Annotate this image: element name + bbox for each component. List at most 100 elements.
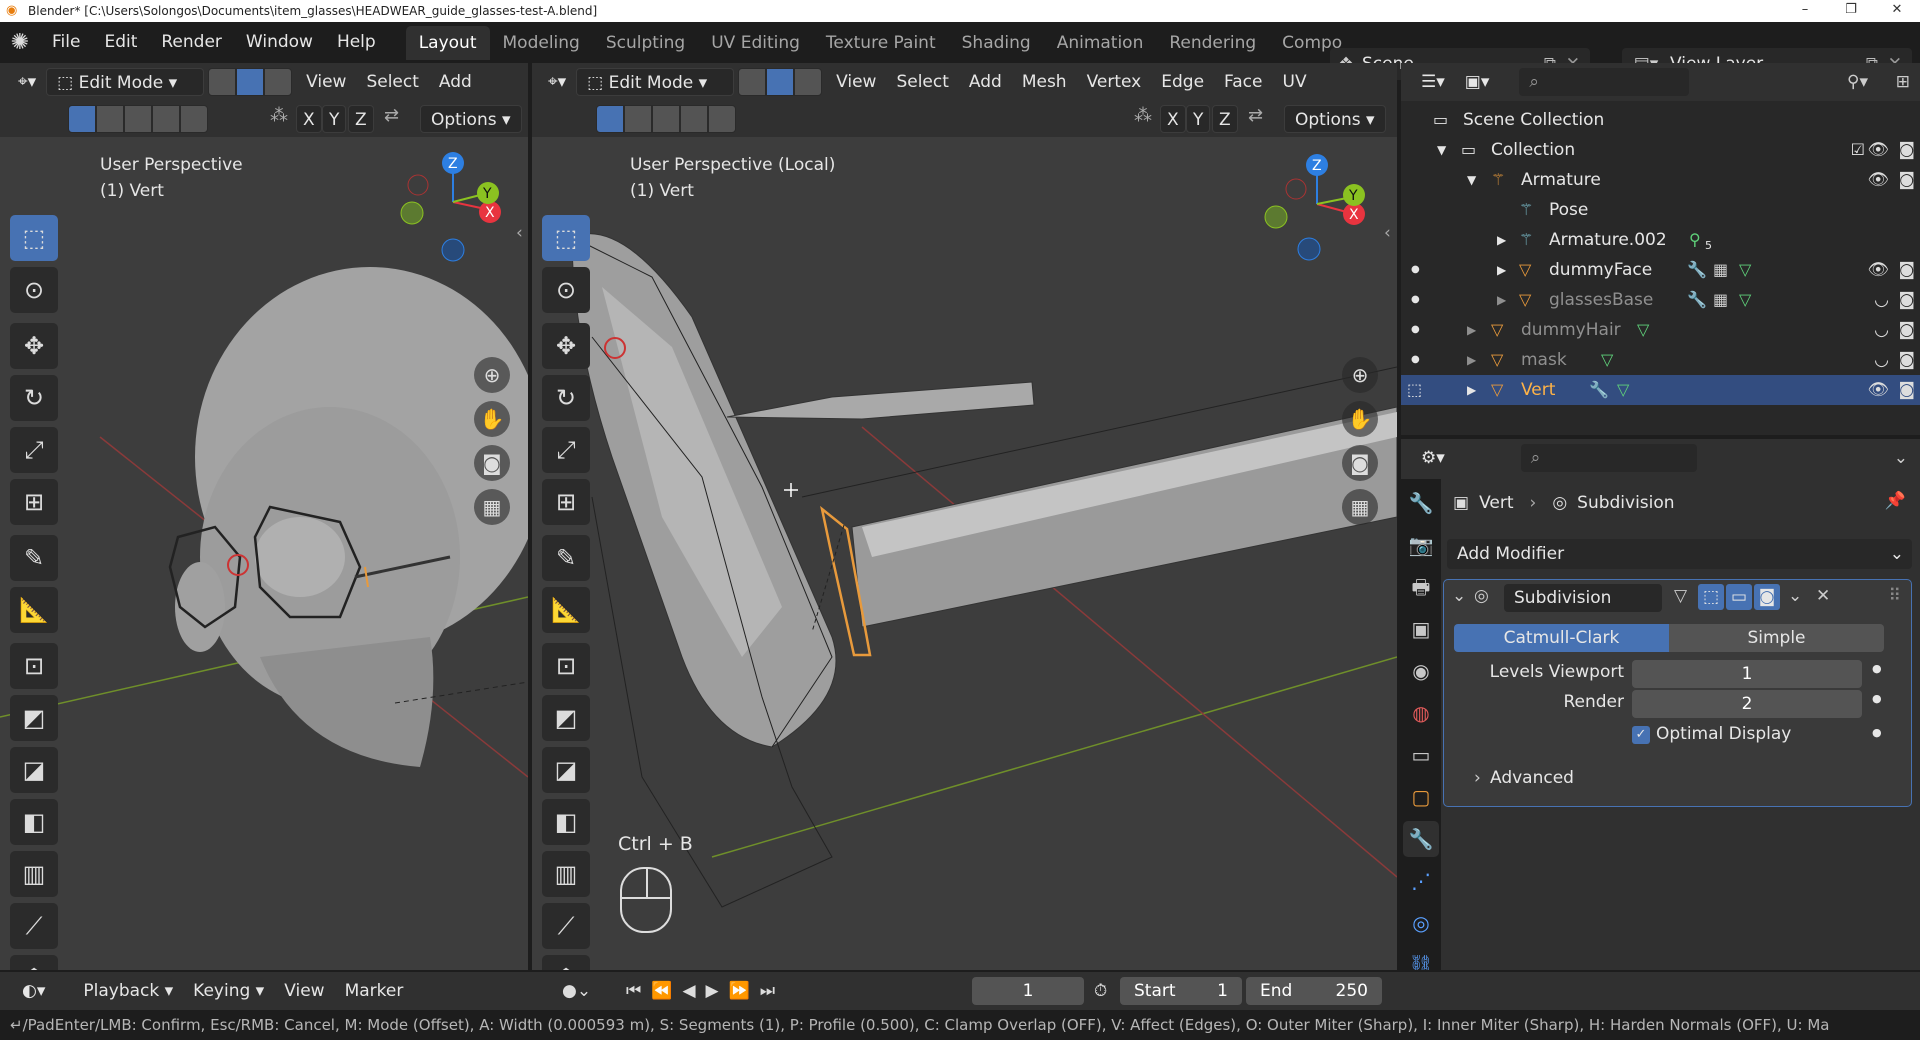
outliner-row-mask[interactable]: ● ▶ ▽ mask ▽ ◡ ◙ xyxy=(1401,345,1920,375)
cursor-tool-icon[interactable]: ⊙ xyxy=(542,267,590,313)
editor-type-icon[interactable]: ⌖▾ xyxy=(8,68,46,96)
mirror-z-toggle[interactable]: Z xyxy=(1212,105,1238,133)
tool-tab-icon[interactable]: 🔧 xyxy=(1403,485,1439,521)
expand-arrow-icon[interactable]: ▼ xyxy=(1437,135,1446,165)
select-extend-icon[interactable] xyxy=(624,105,652,133)
advanced-subpanel-label[interactable]: Advanced xyxy=(1490,768,1574,788)
outliner-row-dummyhair[interactable]: ● ▶ ▽ dummyHair ▽ ◡ ◙ xyxy=(1401,315,1920,345)
cursor-tool-icon[interactable]: ⊙ xyxy=(10,267,58,313)
menu-select[interactable]: Select xyxy=(886,68,958,96)
select-intersect-icon[interactable] xyxy=(708,105,736,133)
menu-help[interactable]: Help xyxy=(325,22,388,63)
hidden-eye-icon[interactable]: ◡ xyxy=(1874,285,1889,315)
collection-tab-icon[interactable]: ▭ xyxy=(1403,737,1439,773)
render-camera-icon[interactable]: ◙ xyxy=(1899,255,1916,285)
mirror-z-toggle[interactable]: Z xyxy=(348,105,374,133)
menu-window[interactable]: Window xyxy=(234,22,325,63)
end-frame-field[interactable]: End 250 xyxy=(1246,977,1382,1005)
render-camera-icon[interactable]: ◙ xyxy=(1899,285,1916,315)
ortho-toggle-icon[interactable]: ▦ xyxy=(1342,489,1378,525)
options-dropdown[interactable]: Options ▾ xyxy=(1284,105,1386,133)
mode-dropdown[interactable]: ⬚ Edit Mode ▾ xyxy=(576,68,735,96)
keyframe-dot-icon[interactable]: ● xyxy=(1872,726,1882,739)
rotate-tool-icon[interactable]: ↻ xyxy=(542,375,590,421)
poly-build-tool-icon[interactable]: ⬟ xyxy=(542,955,590,970)
simple-button[interactable]: Simple xyxy=(1669,624,1884,652)
filter-icon[interactable]: ⚲▾ xyxy=(1847,72,1868,92)
menu-mesh[interactable]: Mesh xyxy=(1012,68,1077,96)
left-viewport-canvas[interactable]: User Perspective (1) Vert Z X Y ⊕ ✋ ◙ ▦ … xyxy=(0,137,528,970)
transform-tool-icon[interactable]: ⊞ xyxy=(10,479,58,525)
render-camera-icon[interactable]: ◙ xyxy=(1899,135,1916,165)
navigation-gizmo[interactable]: Z X Y xyxy=(398,147,508,267)
expand-arrow-icon[interactable]: ▶ xyxy=(1497,255,1506,285)
collapse-modifier-icon[interactable]: ⌄ xyxy=(1452,586,1466,606)
menu-face[interactable]: Face xyxy=(1214,68,1272,96)
properties-options-icon[interactable]: ⌄ xyxy=(1894,448,1908,468)
edit-dot-icon[interactable]: ● xyxy=(1411,285,1420,315)
menu-view[interactable]: View xyxy=(296,68,356,96)
select-invert-icon[interactable] xyxy=(680,105,708,133)
catmull-clark-button[interactable]: Catmull-Clark xyxy=(1454,624,1669,652)
view-layer-tab-icon[interactable]: ▣ xyxy=(1403,611,1439,647)
tab-texture-paint[interactable]: Texture Paint xyxy=(813,26,949,60)
measure-tool-icon[interactable]: 📐 xyxy=(542,587,590,633)
face-select-icon[interactable] xyxy=(264,68,293,96)
poly-build-tool-icon[interactable]: ⬟ xyxy=(10,955,58,970)
menu-playback[interactable]: Playback ▾ xyxy=(73,977,183,1005)
options-dropdown[interactable]: Options ▾ xyxy=(420,105,522,133)
current-frame-field[interactable]: 1 xyxy=(972,977,1084,1005)
menu-add[interactable]: Add xyxy=(959,68,1012,96)
annotate-tool-icon[interactable]: ✎ xyxy=(542,535,590,581)
select-box-tool-icon[interactable]: ⬚ xyxy=(10,215,58,261)
scale-tool-icon[interactable]: ⤢ xyxy=(10,427,58,473)
select-invert-icon[interactable] xyxy=(152,105,180,133)
select-extend-icon[interactable] xyxy=(96,105,124,133)
outliner-editor-type-icon[interactable]: ☰▾ xyxy=(1411,68,1455,96)
visibility-eye-icon[interactable]: 👁 xyxy=(1867,255,1889,285)
measure-tool-icon[interactable]: 📐 xyxy=(10,587,58,633)
camera-view-icon[interactable]: ◙ xyxy=(1342,445,1378,481)
annotate-tool-icon[interactable]: ✎ xyxy=(10,535,58,581)
pin-icon[interactable]: 📌 xyxy=(1885,491,1906,511)
outliner-row-collection[interactable]: ▼ ▭ Collection ☑ 👁 ◙ xyxy=(1401,135,1920,165)
menu-uv[interactable]: UV xyxy=(1273,68,1317,96)
edit-mode-icon[interactable]: ⬚ xyxy=(1407,375,1422,405)
transform-tool-icon[interactable]: ⊞ xyxy=(542,479,590,525)
modifier-name-field[interactable]: Subdivision xyxy=(1504,584,1662,612)
sidebar-toggle-icon[interactable]: ‹ xyxy=(1384,223,1391,243)
constraints-tab-icon[interactable]: ⛓ xyxy=(1403,947,1439,970)
rotate-tool-icon[interactable]: ↻ xyxy=(10,375,58,421)
keyframe-dot-icon[interactable]: ● xyxy=(1872,692,1882,705)
loop-cut-tool-icon[interactable]: ▥ xyxy=(10,851,58,897)
knife-tool-icon[interactable]: ⟋ xyxy=(542,903,590,949)
tab-animation[interactable]: Animation xyxy=(1044,26,1157,60)
mirror-x-toggle[interactable]: X xyxy=(1160,105,1186,133)
menu-marker[interactable]: Marker xyxy=(335,977,414,1005)
expand-advanced-icon[interactable]: › xyxy=(1474,768,1481,788)
expand-arrow-icon[interactable]: ▶ xyxy=(1497,225,1506,255)
mirror-icon[interactable]: ⁂ xyxy=(270,105,288,126)
outliner-row-vert[interactable]: ⬚ ▶ ▽ Vert 🔧 ▽ 👁 ◙ xyxy=(1401,375,1920,405)
tab-shading[interactable]: Shading xyxy=(949,26,1044,60)
exclude-checkbox-icon[interactable]: ☑ xyxy=(1851,135,1865,165)
viewport-display-icon[interactable]: ▭ xyxy=(1726,584,1752,610)
menu-render[interactable]: Render xyxy=(149,22,234,63)
mirror-x-toggle[interactable]: X xyxy=(296,105,322,133)
start-frame-field[interactable]: Start 1 xyxy=(1120,977,1242,1005)
menu-edit[interactable]: Edit xyxy=(92,22,149,63)
select-box-tool-icon[interactable]: ⬚ xyxy=(542,215,590,261)
zoom-icon[interactable]: ⊕ xyxy=(1342,357,1378,393)
ortho-toggle-icon[interactable]: ▦ xyxy=(474,489,510,525)
right-viewport-canvas[interactable]: User Perspective (Local) (1) Vert Ctrl +… xyxy=(532,137,1397,970)
menu-view[interactable]: View xyxy=(274,977,334,1005)
hidden-eye-icon[interactable]: ◡ xyxy=(1874,345,1889,375)
outliner-row-pose[interactable]: ⚚ Pose xyxy=(1401,195,1920,225)
tab-uv-editing[interactable]: UV Editing xyxy=(698,26,813,60)
mirror-y-toggle[interactable]: Y xyxy=(1186,105,1211,133)
select-subtract-icon[interactable] xyxy=(652,105,680,133)
select-subtract-icon[interactable] xyxy=(124,105,152,133)
particles-tab-icon[interactable]: ⋰ xyxy=(1403,863,1439,899)
add-cube-tool-icon[interactable]: ⊡ xyxy=(542,643,590,689)
outliner-row-armature[interactable]: ▼ ⚚ Armature 👁 ◙ xyxy=(1401,165,1920,195)
